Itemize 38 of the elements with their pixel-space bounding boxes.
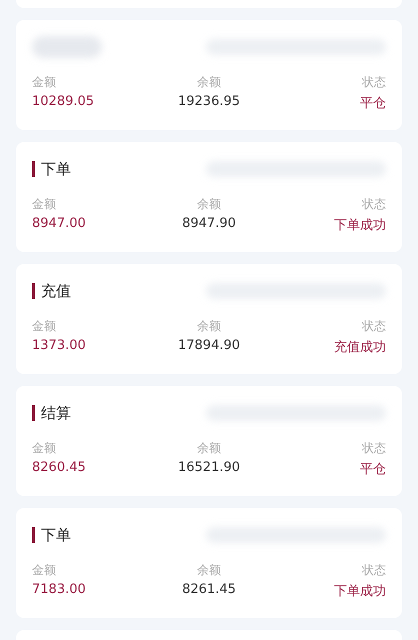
- balance-label: 余额: [197, 440, 221, 457]
- status-label: 状态: [362, 440, 386, 457]
- record-type: 下单: [41, 160, 71, 178]
- status-value: 充值成功: [334, 339, 386, 356]
- status-value: 平仓: [360, 95, 386, 112]
- status-label: 状态: [362, 318, 386, 335]
- title-bar: [32, 161, 35, 177]
- amount-value: 10289.05: [32, 94, 94, 111]
- balance-value: 16521.90: [178, 460, 240, 477]
- amount-label: 金额: [32, 318, 56, 335]
- record-type: 充值: [41, 282, 71, 300]
- status-label: 状态: [362, 196, 386, 213]
- title-bar: [32, 527, 35, 543]
- balance-value: 17894.90: [178, 338, 240, 355]
- amount-label: 金额: [32, 562, 56, 579]
- status-value: 平仓: [360, 461, 386, 478]
- status-label: 状态: [362, 562, 386, 579]
- amount-label: 金额: [32, 440, 56, 457]
- status-value: 下单成功: [334, 217, 386, 234]
- balance-label: 余额: [197, 196, 221, 213]
- amount-value: 1373.00: [32, 338, 86, 355]
- amount-value: 8947.00: [32, 216, 86, 233]
- balance-label: 余额: [197, 562, 221, 579]
- record-type: 下单: [41, 526, 71, 544]
- status-label: 状态: [362, 74, 386, 91]
- title-bar: [32, 405, 35, 421]
- status-value: 下单成功: [334, 583, 386, 600]
- balance-value: 8261.45: [182, 582, 236, 599]
- amount-value: 8260.45: [32, 460, 86, 477]
- amount-label: 金额: [32, 74, 56, 91]
- balance-label: 余额: [197, 74, 221, 91]
- balance-label: 余额: [197, 318, 221, 335]
- title-bar: [32, 283, 35, 299]
- amount-label: 金额: [32, 196, 56, 213]
- balance-value: 8947.90: [182, 216, 236, 233]
- record-type: 结算: [41, 404, 71, 422]
- amount-value: 7183.00: [32, 582, 86, 599]
- balance-value: 19236.95: [178, 94, 240, 111]
